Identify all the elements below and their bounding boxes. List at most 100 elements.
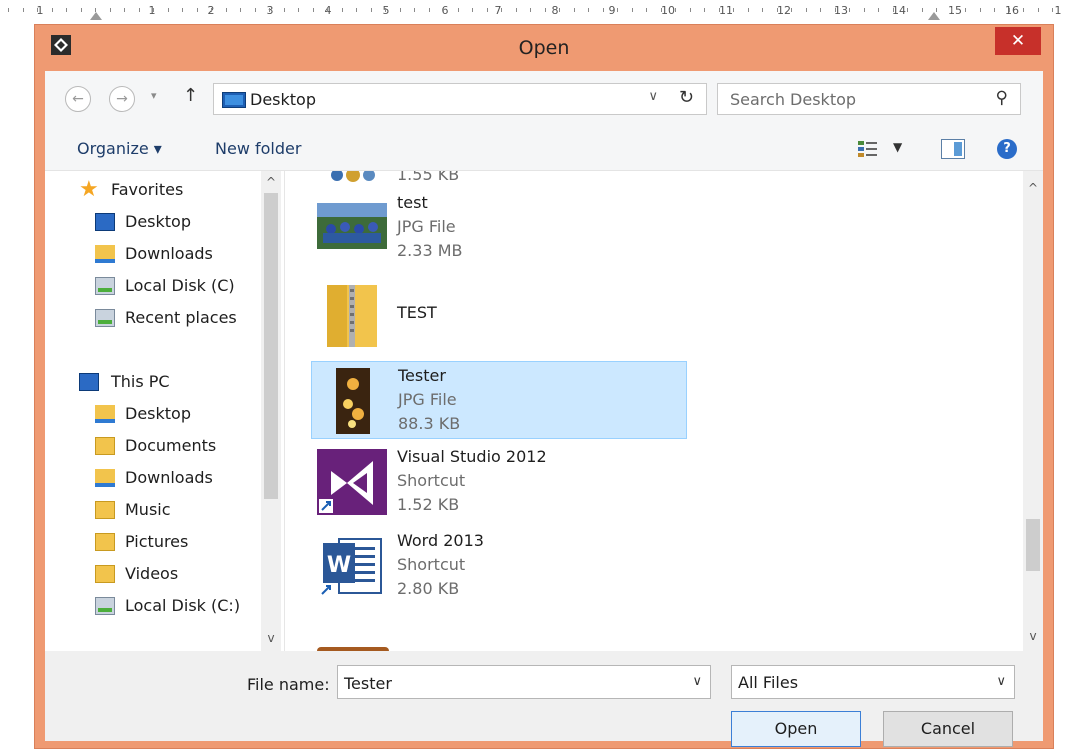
file-type: JPG File [397, 217, 456, 236]
sidebar-item-label: Downloads [125, 468, 213, 487]
file-type-filter[interactable]: All Files ∨ [731, 665, 1015, 699]
navigation-bar: ← → ▾ ↑ Desktop ∨ ↻ Search Desktop ⚲ [45, 71, 1043, 127]
file-type: JPG File [398, 390, 457, 409]
scroll-down-icon[interactable]: v [261, 629, 281, 647]
sidebar-item-pc-downloads[interactable]: Downloads [45, 465, 255, 493]
favorites-header[interactable]: ★ Favorites [45, 177, 255, 205]
file-name-input[interactable]: Tester ∨ [337, 665, 711, 699]
file-name: Tester [398, 366, 446, 385]
desktop-icon [222, 92, 246, 108]
address-dropdown-icon[interactable]: ∨ [648, 89, 658, 104]
search-box[interactable]: Search Desktop ⚲ [717, 83, 1021, 115]
up-button[interactable]: ↑ [183, 85, 198, 106]
file-type: Shortcut [397, 471, 466, 490]
ruler-tick [661, 8, 662, 12]
this-pc-icon [79, 373, 99, 391]
ruler-tick [791, 8, 792, 12]
sidebar-item-pc-desktop[interactable]: Desktop [45, 401, 255, 429]
ruler-tick [168, 8, 169, 12]
close-button[interactable]: ✕ [995, 27, 1041, 55]
cancel-button[interactable]: Cancel [883, 711, 1013, 747]
shortcut-icon [331, 171, 375, 182]
file-item-word[interactable]: W Word 2013 Shortcut 2.80 KB [311, 527, 687, 605]
new-folder-button[interactable]: New folder [215, 139, 301, 158]
ruler-tick [603, 8, 604, 12]
open-button[interactable]: Open [731, 711, 861, 747]
sidebar-item-pc-music[interactable]: Music [45, 497, 255, 525]
sidebar-item-label: Documents [125, 436, 217, 455]
recent-locations-chevron-icon[interactable]: ▾ [151, 89, 157, 102]
ruler-number: 10 [661, 4, 675, 17]
sidebar-item-label: Desktop [125, 404, 191, 423]
sidebar-item-pc-videos[interactable]: Videos [45, 561, 255, 589]
refresh-button[interactable]: ↻ [679, 87, 694, 108]
ruler-indent-marker[interactable] [928, 12, 940, 20]
ruler-tick [719, 8, 720, 12]
preview-pane-icon[interactable] [941, 139, 965, 159]
file-name-label: File name: [247, 675, 330, 694]
file-item-TEST[interactable]: TEST [311, 277, 687, 355]
scroll-down-icon[interactable]: v [1023, 627, 1043, 645]
ruler-tick [516, 8, 517, 12]
ruler-tick [255, 8, 256, 12]
ruler-tick [8, 8, 9, 12]
ruler-tick [733, 8, 734, 12]
photo-thumbnail [317, 203, 387, 249]
file-list-scrollbar[interactable]: ^ v [1023, 171, 1043, 651]
local-disk-icon [95, 277, 115, 295]
ruler-tick [965, 8, 966, 12]
file-item-test[interactable]: test JPG File 2.33 MB [311, 189, 687, 267]
ruler-tick [66, 8, 67, 12]
sidebar-item-recent-places[interactable]: Recent places [45, 305, 255, 333]
scrollbar-thumb[interactable] [264, 193, 278, 499]
sidebar-item-favorites-downloads[interactable]: Downloads [45, 241, 255, 269]
ruler-number: 8 [551, 4, 559, 17]
ruler-tick [545, 8, 546, 12]
file-item-tester[interactable]: Tester JPG File 88.3 KB [311, 361, 687, 439]
ruler-tick [443, 8, 444, 12]
sidebar-item-favorites-local-disk[interactable]: Local Disk (C) [45, 273, 255, 301]
this-pc-header[interactable]: This PC [45, 369, 255, 397]
ruler-tick [980, 8, 981, 12]
ruler-tick [385, 8, 386, 12]
ruler-tick [211, 8, 212, 12]
help-icon[interactable]: ? [997, 139, 1017, 159]
sidebar-item-label: Videos [125, 564, 179, 583]
sidebar-item-pc-pictures[interactable]: Pictures [45, 529, 255, 557]
ruler-tick [1009, 8, 1010, 12]
file-size: 1.55 KB [397, 171, 460, 184]
navigation-pane-scrollbar[interactable]: ^ v [261, 171, 281, 651]
sidebar-item-label: Recent places [125, 308, 237, 327]
address-bar[interactable]: Desktop ∨ ↻ [213, 83, 707, 115]
chevron-down-icon[interactable]: ∨ [996, 674, 1006, 689]
sidebar-item-pc-local-disk[interactable]: Local Disk (C:) [45, 593, 255, 621]
scrollbar-thumb[interactable] [1026, 519, 1040, 571]
organize-button[interactable]: Organize ▾ [77, 139, 162, 158]
change-view-icon[interactable] [857, 139, 879, 159]
ruler-tick [182, 8, 183, 12]
ruler-tick [414, 8, 415, 12]
file-list: 1.55 KB test JPG File 2.33 MB TEST Teste… [285, 171, 1043, 651]
ruler-tick [646, 8, 647, 12]
ruler-tick [951, 8, 952, 12]
chevron-down-icon[interactable]: ∨ [692, 674, 702, 689]
ruler-number: 3 [266, 4, 274, 17]
views-dropdown-icon[interactable]: ▼ [893, 140, 902, 154]
ruler-tick [777, 8, 778, 12]
ruler-indent-marker[interactable] [90, 12, 102, 20]
ruler-tick [400, 8, 401, 12]
file-name: Visual Studio 2012 [397, 447, 547, 466]
sidebar-item-favorites-desktop[interactable]: Desktop [45, 209, 255, 237]
file-item[interactable]: 1.55 KB [311, 171, 687, 191]
forward-button[interactable]: → [109, 86, 135, 112]
ruler-tick [95, 8, 96, 12]
search-icon[interactable]: ⚲ [996, 88, 1008, 108]
back-button[interactable]: ← [65, 86, 91, 112]
file-item-visual-studio[interactable]: Visual Studio 2012 Shortcut 1.52 KB [311, 443, 687, 521]
ruler-tick [748, 8, 749, 12]
scroll-up-icon[interactable]: ^ [261, 173, 281, 191]
title-bar[interactable]: Open ✕ [35, 25, 1053, 71]
ruler-tick [820, 8, 821, 12]
sidebar-item-pc-documents[interactable]: Documents [45, 433, 255, 461]
scroll-up-icon[interactable]: ^ [1023, 179, 1043, 197]
